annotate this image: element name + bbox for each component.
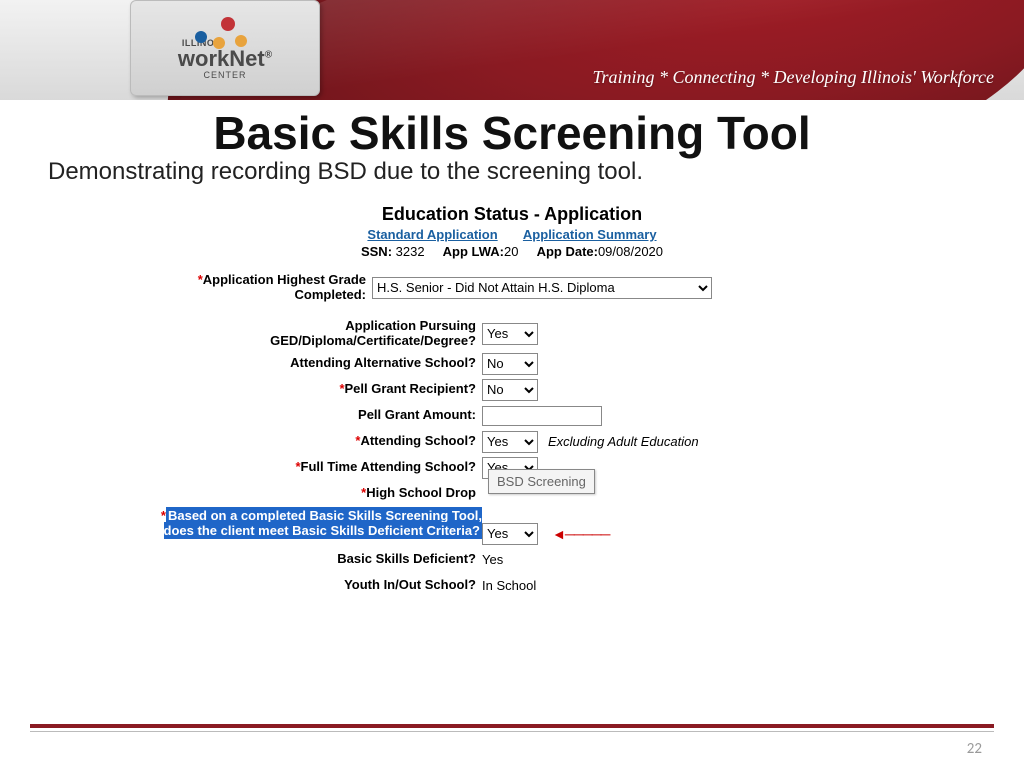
label-pell-amount: Pell Grant Amount:	[152, 408, 482, 423]
page-subtitle: Demonstrating recording BSD due to the s…	[48, 158, 1024, 186]
logo-subtext: CENTER	[203, 70, 246, 80]
value-bsd: Yes	[482, 552, 503, 567]
select-highest-grade[interactable]: H.S. Senior - Did Not Attain H.S. Diplom…	[372, 277, 712, 299]
label-pursuing: Application Pursuing GED/Diploma/Certifi…	[152, 319, 482, 349]
form-title: Education Status - Application	[152, 204, 872, 225]
label-bsd-criteria: *Based on a completed Basic Skills Scree…	[152, 509, 482, 539]
label-fulltime: *Full Time Attending School?	[152, 460, 482, 475]
input-pell-amount[interactable]	[482, 406, 602, 426]
form-grid: *Application Highest Grade Completed: H.…	[152, 273, 872, 597]
logo-card: ILLINOIS workNet® CENTER	[130, 0, 320, 96]
select-alt-school[interactable]: No	[482, 353, 538, 375]
select-pursuing[interactable]: Yes	[482, 323, 538, 345]
label-youth: Youth In/Out School?	[152, 578, 482, 593]
form-meta: SSN: 3232 App LWA:20 App Date:09/08/2020	[152, 244, 872, 259]
link-application-summary[interactable]: Application Summary	[523, 227, 657, 242]
label-highest-grade: *Application Highest Grade Completed:	[152, 273, 372, 303]
select-attending[interactable]: Yes	[482, 431, 538, 453]
label-bsd: Basic Skills Deficient?	[152, 552, 482, 567]
select-pell[interactable]: No	[482, 379, 538, 401]
link-standard-application[interactable]: Standard Application	[367, 227, 497, 242]
label-alt-school: Attending Alternative School?	[152, 356, 482, 371]
select-bsd-criteria[interactable]: Yes	[482, 523, 538, 545]
label-hs-drop: *High School Drop	[152, 486, 482, 501]
footer-divider	[30, 724, 994, 732]
label-pell: *Pell Grant Recipient?	[152, 382, 482, 397]
arrow-indicator-icon: ◄─────	[552, 526, 609, 542]
banner-tagline: Training * Connecting * Developing Illin…	[593, 67, 994, 88]
value-youth: In School	[482, 578, 536, 593]
logo-dots-icon	[195, 17, 255, 47]
tooltip-bsd-screening: BSD Screening	[488, 469, 595, 494]
form-panel: Education Status - Application Standard …	[152, 204, 872, 597]
label-attending: *Attending School?	[152, 434, 482, 449]
page-number: 22	[967, 740, 982, 758]
note-excluding-adult-ed: Excluding Adult Education	[548, 434, 699, 449]
header-banner: ILLINOIS workNet® CENTER Training * Conn…	[0, 0, 1024, 100]
form-links: Standard Application Application Summary	[152, 227, 872, 242]
page-title: Basic Skills Screening Tool	[0, 106, 1024, 160]
